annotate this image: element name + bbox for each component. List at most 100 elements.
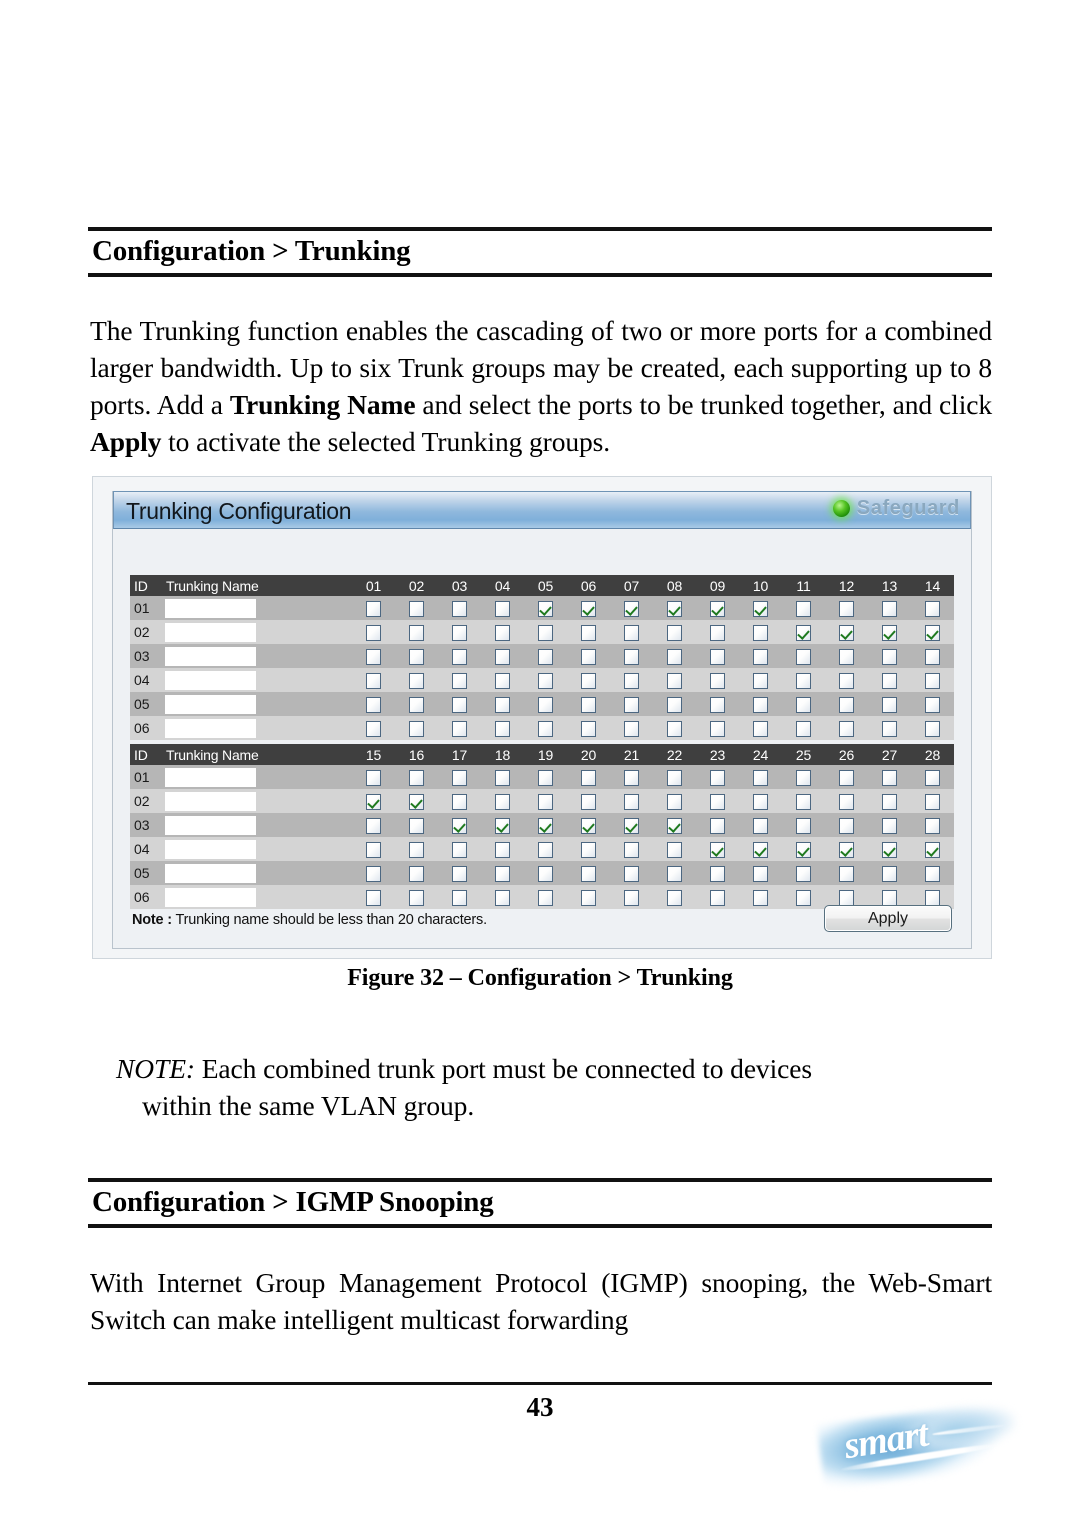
port-checkbox-20[interactable] xyxy=(581,841,596,858)
port-checkbox-25[interactable] xyxy=(796,793,811,810)
port-checkbox-24[interactable] xyxy=(753,793,768,810)
port-checkbox-05[interactable] xyxy=(538,600,553,617)
port-checkbox-28[interactable] xyxy=(925,841,940,858)
port-checkbox-02[interactable] xyxy=(409,600,424,617)
port-checkbox-06[interactable] xyxy=(581,648,596,665)
port-checkbox-03[interactable] xyxy=(452,648,467,665)
port-checkbox-06[interactable] xyxy=(581,600,596,617)
port-checkbox-02[interactable] xyxy=(409,720,424,737)
port-checkbox-01[interactable] xyxy=(366,720,381,737)
port-checkbox-08[interactable] xyxy=(667,720,682,737)
port-checkbox-24[interactable] xyxy=(753,865,768,882)
port-checkbox-11[interactable] xyxy=(796,696,811,713)
port-checkbox-25[interactable] xyxy=(796,769,811,786)
port-checkbox-10[interactable] xyxy=(753,648,768,665)
port-checkbox-28[interactable] xyxy=(925,793,940,810)
port-checkbox-13[interactable] xyxy=(882,648,897,665)
port-checkbox-22[interactable] xyxy=(667,817,682,834)
port-checkbox-25[interactable] xyxy=(796,841,811,858)
port-checkbox-26[interactable] xyxy=(839,817,854,834)
port-checkbox-12[interactable] xyxy=(839,696,854,713)
port-checkbox-28[interactable] xyxy=(925,769,940,786)
port-checkbox-23[interactable] xyxy=(710,865,725,882)
port-checkbox-26[interactable] xyxy=(839,769,854,786)
port-checkbox-02[interactable] xyxy=(409,696,424,713)
port-checkbox-10[interactable] xyxy=(753,696,768,713)
port-checkbox-07[interactable] xyxy=(624,696,639,713)
port-checkbox-08[interactable] xyxy=(667,648,682,665)
port-checkbox-13[interactable] xyxy=(882,600,897,617)
port-checkbox-11[interactable] xyxy=(796,624,811,641)
port-checkbox-27[interactable] xyxy=(882,865,897,882)
port-checkbox-20[interactable] xyxy=(581,865,596,882)
port-checkbox-03[interactable] xyxy=(452,720,467,737)
port-checkbox-16[interactable] xyxy=(409,817,424,834)
port-checkbox-07[interactable] xyxy=(624,624,639,641)
port-checkbox-17[interactable] xyxy=(452,793,467,810)
port-checkbox-04[interactable] xyxy=(495,624,510,641)
port-checkbox-20[interactable] xyxy=(581,817,596,834)
port-checkbox-05[interactable] xyxy=(538,648,553,665)
port-checkbox-17[interactable] xyxy=(452,841,467,858)
port-checkbox-10[interactable] xyxy=(753,624,768,641)
port-checkbox-08[interactable] xyxy=(667,624,682,641)
port-checkbox-07[interactable] xyxy=(624,648,639,665)
port-checkbox-11[interactable] xyxy=(796,648,811,665)
port-checkbox-24[interactable] xyxy=(753,817,768,834)
port-checkbox-05[interactable] xyxy=(538,672,553,689)
port-checkbox-23[interactable] xyxy=(710,793,725,810)
port-checkbox-27[interactable] xyxy=(882,841,897,858)
port-checkbox-16[interactable] xyxy=(409,865,424,882)
port-checkbox-06[interactable] xyxy=(581,720,596,737)
port-checkbox-24[interactable] xyxy=(753,769,768,786)
port-checkbox-22[interactable] xyxy=(667,769,682,786)
port-checkbox-01[interactable] xyxy=(366,672,381,689)
port-checkbox-09[interactable] xyxy=(710,624,725,641)
port-checkbox-06[interactable] xyxy=(581,696,596,713)
port-checkbox-21[interactable] xyxy=(624,817,639,834)
port-checkbox-09[interactable] xyxy=(710,696,725,713)
port-checkbox-18[interactable] xyxy=(495,793,510,810)
port-checkbox-02[interactable] xyxy=(409,624,424,641)
port-checkbox-13[interactable] xyxy=(882,672,897,689)
port-checkbox-09[interactable] xyxy=(710,600,725,617)
port-checkbox-14[interactable] xyxy=(925,696,940,713)
port-checkbox-10[interactable] xyxy=(753,600,768,617)
port-checkbox-19[interactable] xyxy=(538,817,553,834)
port-checkbox-19[interactable] xyxy=(538,769,553,786)
port-checkbox-13[interactable] xyxy=(882,720,897,737)
port-checkbox-25[interactable] xyxy=(796,817,811,834)
port-checkbox-17[interactable] xyxy=(452,769,467,786)
port-checkbox-18[interactable] xyxy=(495,841,510,858)
port-checkbox-04[interactable] xyxy=(495,696,510,713)
port-checkbox-24[interactable] xyxy=(753,841,768,858)
port-checkbox-09[interactable] xyxy=(710,648,725,665)
port-checkbox-01[interactable] xyxy=(366,624,381,641)
port-checkbox-05[interactable] xyxy=(538,696,553,713)
port-checkbox-28[interactable] xyxy=(925,817,940,834)
port-checkbox-14[interactable] xyxy=(925,624,940,641)
port-checkbox-08[interactable] xyxy=(667,696,682,713)
port-checkbox-01[interactable] xyxy=(366,696,381,713)
port-checkbox-05[interactable] xyxy=(538,624,553,641)
port-checkbox-26[interactable] xyxy=(839,793,854,810)
port-checkbox-15[interactable] xyxy=(366,841,381,858)
port-checkbox-12[interactable] xyxy=(839,648,854,665)
port-checkbox-21[interactable] xyxy=(624,769,639,786)
port-checkbox-28[interactable] xyxy=(925,865,940,882)
port-checkbox-19[interactable] xyxy=(538,865,553,882)
port-checkbox-03[interactable] xyxy=(452,624,467,641)
port-checkbox-25[interactable] xyxy=(796,865,811,882)
port-checkbox-16[interactable] xyxy=(409,793,424,810)
port-checkbox-02[interactable] xyxy=(409,648,424,665)
port-checkbox-18[interactable] xyxy=(495,769,510,786)
port-checkbox-09[interactable] xyxy=(710,672,725,689)
port-checkbox-23[interactable] xyxy=(710,817,725,834)
port-checkbox-26[interactable] xyxy=(839,841,854,858)
port-checkbox-04[interactable] xyxy=(495,672,510,689)
port-checkbox-15[interactable] xyxy=(366,817,381,834)
port-checkbox-22[interactable] xyxy=(667,865,682,882)
port-checkbox-27[interactable] xyxy=(882,817,897,834)
port-checkbox-12[interactable] xyxy=(839,720,854,737)
port-checkbox-13[interactable] xyxy=(882,696,897,713)
